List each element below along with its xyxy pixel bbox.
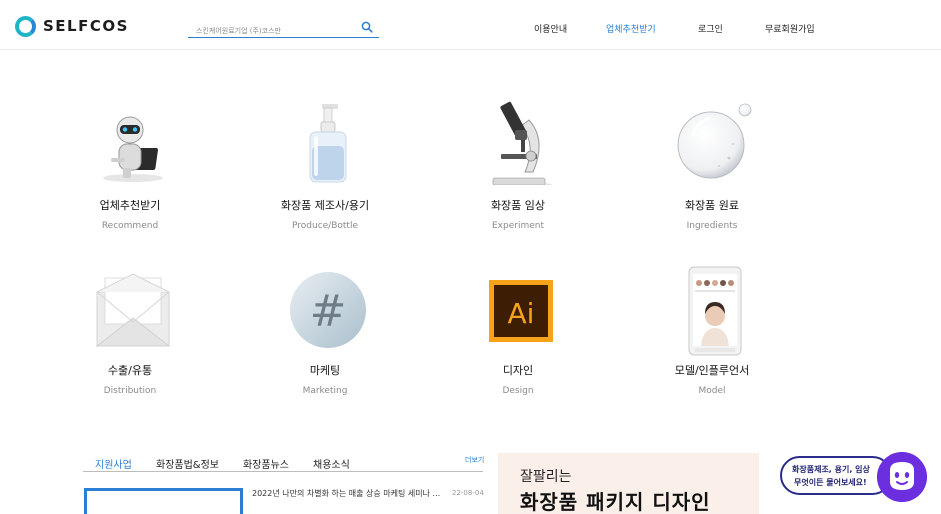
category-subtitle: Distribution bbox=[103, 386, 157, 396]
board-tabs: 지원사업 화장품법&정보 화장품뉴스 채용소식 bbox=[83, 452, 483, 472]
category-subtitle: Experiment bbox=[491, 221, 544, 231]
banner-title: 화장품 패키지 디자인 bbox=[520, 490, 711, 514]
news-title[interactable]: 2022년 나만의 차별화 하는 매출 상승 마케팅 세미나 ... bbox=[252, 488, 440, 499]
category-marketing[interactable]: # 마케팅 Marketing bbox=[250, 270, 400, 405]
hashtag-icon: # bbox=[290, 272, 366, 348]
search-input[interactable] bbox=[188, 22, 353, 40]
category-title: 화장품 제조사/용기 bbox=[280, 199, 370, 212]
category-experiment[interactable]: 화장품 임상 Experiment bbox=[443, 100, 593, 240]
search-bar bbox=[188, 18, 379, 40]
category-subtitle: Model bbox=[698, 386, 726, 396]
nav-recommend[interactable]: 업체추천받기 bbox=[606, 22, 656, 35]
category-title: 화장품 원료 bbox=[684, 199, 740, 212]
logo[interactable]: SELFCOS bbox=[15, 14, 129, 38]
chat-text-line1: 화장품제조, 용기, 임상 bbox=[792, 465, 870, 474]
tab-news[interactable]: 화장품뉴스 bbox=[243, 456, 289, 471]
bubble-icon bbox=[677, 103, 752, 179]
envelope-icon bbox=[95, 273, 171, 347]
package-design-banner[interactable]: 잘팔리는 화장품 패키지 디자인 bbox=[498, 453, 759, 514]
robot-icon bbox=[103, 116, 163, 182]
category-title: 화장품 임상 bbox=[490, 199, 546, 212]
category-produce-bottle[interactable]: 화장품 제조사/용기 Produce/Bottle bbox=[250, 100, 400, 240]
chat-bubble[interactable]: 화장품제조, 용기, 임상 무엇이든 물어보세요! bbox=[780, 456, 892, 495]
more-link[interactable]: 더보기 bbox=[465, 455, 484, 465]
category-ingredients[interactable]: 화장품 원료 Ingredients bbox=[637, 100, 787, 240]
tab-law-info[interactable]: 화장품법&정보 bbox=[156, 456, 219, 471]
category-title: 수출/유통 bbox=[107, 364, 153, 377]
illustrator-icon: Ai bbox=[489, 280, 553, 342]
svg-text:#: # bbox=[310, 286, 347, 337]
category-subtitle: Recommend bbox=[101, 221, 159, 231]
microscope-icon bbox=[492, 101, 553, 185]
category-subtitle: Marketing bbox=[302, 386, 348, 396]
category-recommend[interactable]: 업체추천받기 Recommend bbox=[55, 100, 205, 240]
nav-signup[interactable]: 무료회원가입 bbox=[765, 22, 815, 35]
tab-recruit[interactable]: 채용소식 bbox=[313, 456, 350, 471]
tab-support[interactable]: 지원사업 bbox=[95, 456, 132, 471]
category-subtitle: Produce/Bottle bbox=[292, 221, 358, 231]
logo-text: SELFCOS bbox=[43, 17, 129, 35]
category-title: 모델/인플루언서 bbox=[674, 364, 750, 377]
category-distribution[interactable]: 수출/유통 Distribution bbox=[55, 270, 205, 405]
category-title: 업체추천받기 bbox=[99, 199, 161, 212]
category-subtitle: Design bbox=[502, 386, 534, 396]
nav-guide[interactable]: 이용안내 bbox=[534, 22, 567, 35]
header: SELFCOS 이용안내 업체추천받기 로그인 무료회원가입 bbox=[0, 0, 941, 50]
category-title: 디자인 bbox=[502, 364, 534, 377]
pump-bottle-icon bbox=[309, 104, 347, 183]
svg-text:Ai: Ai bbox=[508, 297, 535, 330]
news-thumbnail[interactable] bbox=[84, 488, 243, 514]
chatbot-avatar-icon[interactable] bbox=[877, 452, 927, 502]
logo-icon bbox=[15, 15, 36, 37]
search-icon[interactable] bbox=[361, 21, 373, 33]
chat-text-line2: 무엇이든 물어보세요! bbox=[794, 478, 867, 487]
banner-subtitle: 잘팔리는 bbox=[520, 469, 572, 485]
news-date: 22-08-04 bbox=[452, 489, 484, 497]
category-model[interactable]: 모델/인플루언서 Model bbox=[637, 262, 787, 405]
category-title: 마케팅 bbox=[309, 364, 341, 377]
category-design[interactable]: Ai 디자인 Design bbox=[443, 270, 593, 405]
category-subtitle: Ingredients bbox=[686, 221, 738, 231]
smartphone-icon bbox=[688, 266, 742, 356]
nav-login[interactable]: 로그인 bbox=[698, 22, 723, 35]
